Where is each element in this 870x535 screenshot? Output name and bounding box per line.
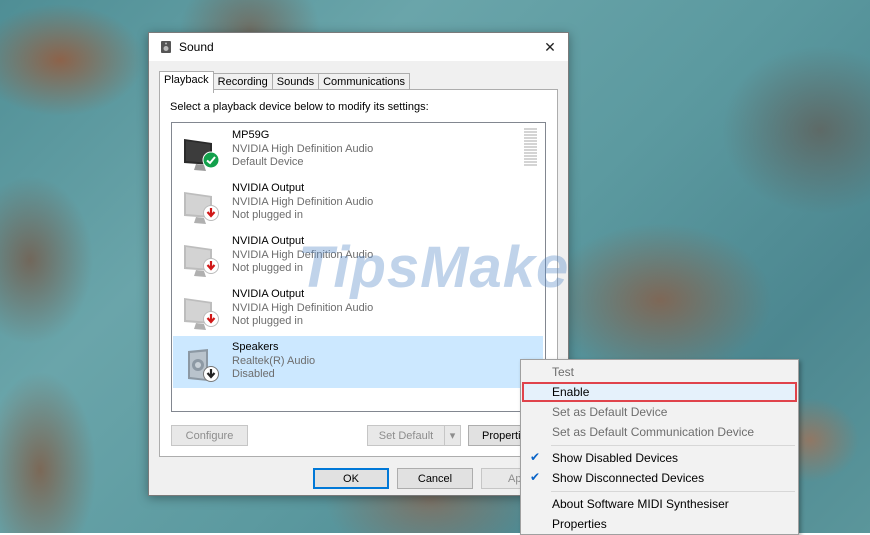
- device-item-nvidia-output[interactable]: NVIDIA Output NVIDIA High Definition Aud…: [173, 177, 543, 229]
- tab-strip: Playback Recording Sounds Communications: [159, 71, 411, 93]
- menu-item-about-midi-synthesiser[interactable]: About Software MIDI Synthesiser: [522, 494, 797, 514]
- tab-playback[interactable]: Playback: [159, 71, 214, 93]
- device-item-nvidia-output[interactable]: NVIDIA Output NVIDIA High Definition Aud…: [173, 230, 543, 282]
- unplugged-badge-icon: [203, 258, 219, 277]
- playback-panel: Select a playback device below to modify…: [159, 89, 558, 457]
- speaker-app-icon: [159, 40, 173, 54]
- check-badge-icon: [202, 151, 220, 172]
- device-item-nvidia-output[interactable]: NVIDIA Output NVIDIA High Definition Aud…: [173, 283, 543, 335]
- checkmark-icon: ✔: [530, 450, 541, 464]
- menu-item-enable[interactable]: Enable: [522, 382, 797, 402]
- device-driver: NVIDIA High Definition Audio: [232, 195, 374, 208]
- volume-meter: [524, 128, 537, 166]
- device-driver: Realtek(R) Audio: [232, 354, 316, 367]
- menu-item-set-default-device[interactable]: Set as Default Device: [522, 402, 797, 422]
- device-driver: NVIDIA High Definition Audio: [232, 142, 374, 155]
- device-name: MP59G: [232, 129, 270, 141]
- device-status: Not plugged in: [232, 209, 303, 221]
- ok-button[interactable]: OK: [313, 468, 389, 489]
- sound-dialog: Sound ✕ Playback Recording Sounds Commun…: [148, 32, 569, 496]
- checkmark-icon: ✔: [530, 470, 541, 484]
- set-default-dropdown-button[interactable]: ▾: [444, 425, 461, 446]
- unplugged-badge-icon: [203, 311, 219, 330]
- menu-item-properties[interactable]: Properties: [522, 514, 797, 534]
- properties-button[interactable]: Properti: [468, 425, 528, 446]
- unplugged-badge-icon: [203, 205, 219, 224]
- device-driver: NVIDIA High Definition Audio: [232, 248, 374, 261]
- device-item-mp59g[interactable]: MP59G NVIDIA High Definition Audio Defau…: [173, 124, 543, 176]
- menu-item-show-disconnected-devices[interactable]: ✔ Show Disconnected Devices: [522, 468, 797, 488]
- device-item-speakers[interactable]: Speakers Realtek(R) Audio Disabled: [173, 336, 543, 388]
- disabled-badge-icon: [203, 366, 219, 385]
- apply-button[interactable]: Ap: [481, 468, 521, 489]
- close-button[interactable]: ✕: [532, 33, 568, 61]
- device-status: Disabled: [232, 368, 275, 380]
- instruction-text: Select a playback device below to modify…: [170, 101, 429, 113]
- context-menu: Test Enable Set as Default Device Set as…: [520, 359, 799, 535]
- menu-item-show-disabled-devices[interactable]: ✔ Show Disabled Devices: [522, 448, 797, 468]
- device-name: Speakers: [232, 341, 279, 353]
- menu-separator: [551, 445, 795, 446]
- device-status: Default Device: [232, 156, 304, 168]
- menu-separator: [551, 491, 795, 492]
- menu-item-test[interactable]: Test: [522, 362, 797, 382]
- device-list[interactable]: MP59G NVIDIA High Definition Audio Defau…: [171, 122, 546, 412]
- chevron-down-icon: ▾: [449, 430, 456, 442]
- set-default-button[interactable]: Set Default: [367, 425, 445, 446]
- device-name: NVIDIA Output: [232, 235, 305, 247]
- device-status: Not plugged in: [232, 315, 303, 327]
- device-status: Not plugged in: [232, 262, 303, 274]
- device-name: NVIDIA Output: [232, 182, 305, 194]
- title-bar: Sound ✕: [149, 33, 568, 61]
- device-driver: NVIDIA High Definition Audio: [232, 301, 374, 314]
- menu-item-set-default-communication-device[interactable]: Set as Default Communication Device: [522, 422, 797, 442]
- configure-button[interactable]: Configure: [171, 425, 248, 446]
- window-title: Sound: [179, 40, 214, 54]
- device-name: NVIDIA Output: [232, 288, 305, 300]
- cancel-button[interactable]: Cancel: [397, 468, 473, 489]
